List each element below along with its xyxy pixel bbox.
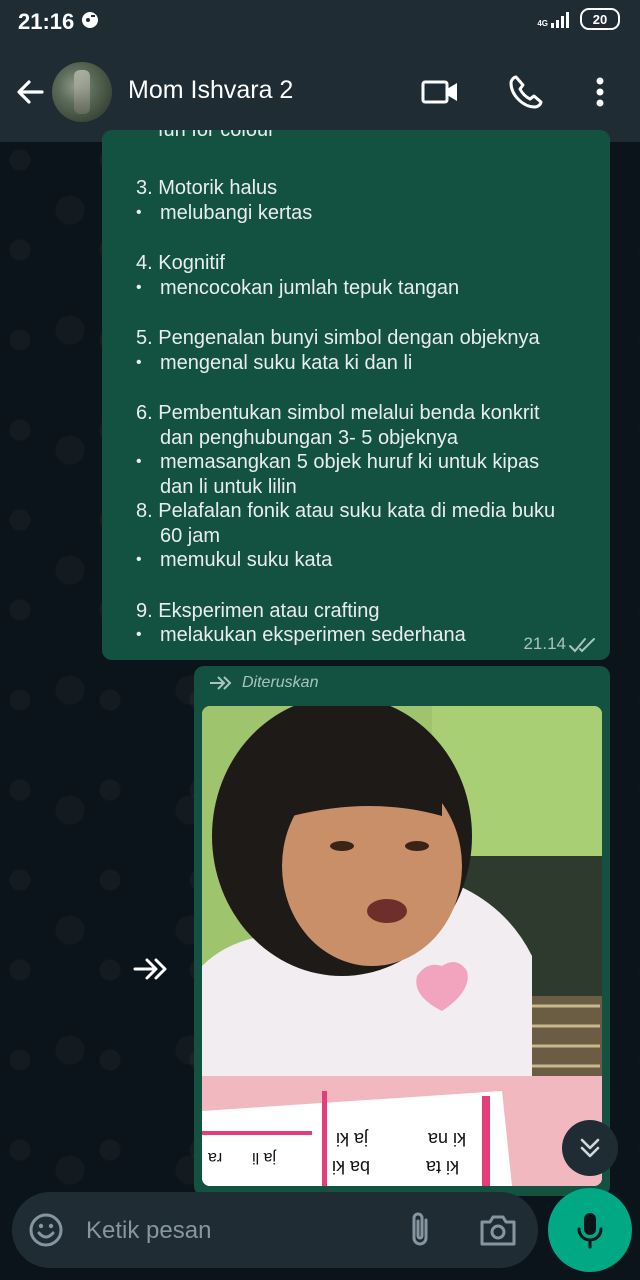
numbered-item: 9. Eksperimen atau crafting xyxy=(136,599,380,622)
mic-icon xyxy=(577,1213,603,1249)
forward-icon[interactable] xyxy=(132,952,170,986)
notification-icon xyxy=(82,12,98,28)
message-composer xyxy=(12,1192,538,1268)
battery-level: 20 xyxy=(592,11,608,27)
book-word: ra xyxy=(208,1149,223,1166)
continuation-line: dan penghubungan 3- 5 objeknya xyxy=(160,426,459,449)
network-type: 4G xyxy=(537,19,548,28)
bullet-item: memasangkan 5 objek huruf ki untuk kipas xyxy=(136,450,596,475)
message-time: 21.14 xyxy=(523,634,566,653)
bullet-item: mengenal suku kata ki dan li xyxy=(136,351,596,376)
double-chevron-down-icon xyxy=(580,1138,600,1158)
scroll-to-bottom-button[interactable] xyxy=(562,1120,618,1176)
avatar[interactable] xyxy=(52,62,112,122)
arrow-back-icon[interactable] xyxy=(12,74,48,110)
network-indicator: 4G xyxy=(537,10,572,28)
bullet-item: melubangi kertas xyxy=(136,201,596,226)
clipped-line: fun for colour xyxy=(158,130,458,144)
phone-call-icon[interactable] xyxy=(506,72,546,112)
camera-icon[interactable] xyxy=(478,1212,518,1248)
book-word: ja ki xyxy=(336,1129,369,1149)
message-input[interactable] xyxy=(84,1212,388,1250)
forward-small-icon xyxy=(210,676,232,690)
emoji-icon[interactable] xyxy=(28,1212,64,1248)
status-bar: 21:16 4G 20 xyxy=(0,0,640,42)
message-bubble-outgoing[interactable]: 3. Motorik halusmelubangi kertas 4. Kogni… xyxy=(102,130,610,660)
double-check-icon xyxy=(569,638,595,653)
status-time: 21:16 xyxy=(18,9,75,34)
forwarded-label: Diteruskan xyxy=(208,674,318,692)
clipped-line-text: fun for colour xyxy=(158,130,275,141)
paperclip-icon[interactable] xyxy=(402,1210,438,1250)
bullet-item: memukul suku kata xyxy=(136,548,596,573)
signal-icon xyxy=(551,12,569,28)
video-call-icon[interactable] xyxy=(420,72,460,112)
numbered-item: 5. Pengenalan bunyi simbol dengan objekn… xyxy=(136,327,540,349)
message-text: 3. Motorik halusmelubangi kertas 4. Kogni… xyxy=(136,150,596,648)
continuation-line: 60 jam xyxy=(160,524,221,547)
more-vert-icon[interactable] xyxy=(580,72,620,112)
bullet-item: mencocokan jumlah tepuk tangan xyxy=(136,276,596,301)
photo-thumbnail[interactable]: ki ta ba ki ja ki ki na ja li ra xyxy=(202,706,602,1186)
numbered-item: 8. Pelafalan fonik atau suku kata di med… xyxy=(136,500,556,522)
book-word: ja li xyxy=(252,1149,277,1166)
book-word: ki na xyxy=(428,1129,467,1149)
book-text: ki ta ba ki ja ki ki na ja li ra xyxy=(202,706,602,1186)
message-bubble-media[interactable]: Diteruskan ki ta ba ki ja ki ki na ja li… xyxy=(194,666,610,1196)
book-word: ki ta xyxy=(426,1157,460,1177)
numbered-item: 6. Pembentukan simbol melalui benda konk… xyxy=(136,402,540,424)
voice-message-button[interactable] xyxy=(548,1188,632,1272)
book-word: ba ki xyxy=(332,1157,371,1177)
contact-name[interactable]: Mom Ishvara 2 xyxy=(128,76,293,105)
battery-indicator: 20 xyxy=(580,8,620,30)
numbered-item: 3. Motorik halus xyxy=(136,177,278,199)
forwarded-text: Diteruskan xyxy=(242,674,319,691)
chat-header: Mom Ishvara 2 xyxy=(0,42,640,142)
continuation-line: dan li untuk lilin xyxy=(160,475,297,498)
numbered-item: 4. Kognitif xyxy=(136,252,225,274)
status-indicators: 4G 20 xyxy=(537,8,620,30)
